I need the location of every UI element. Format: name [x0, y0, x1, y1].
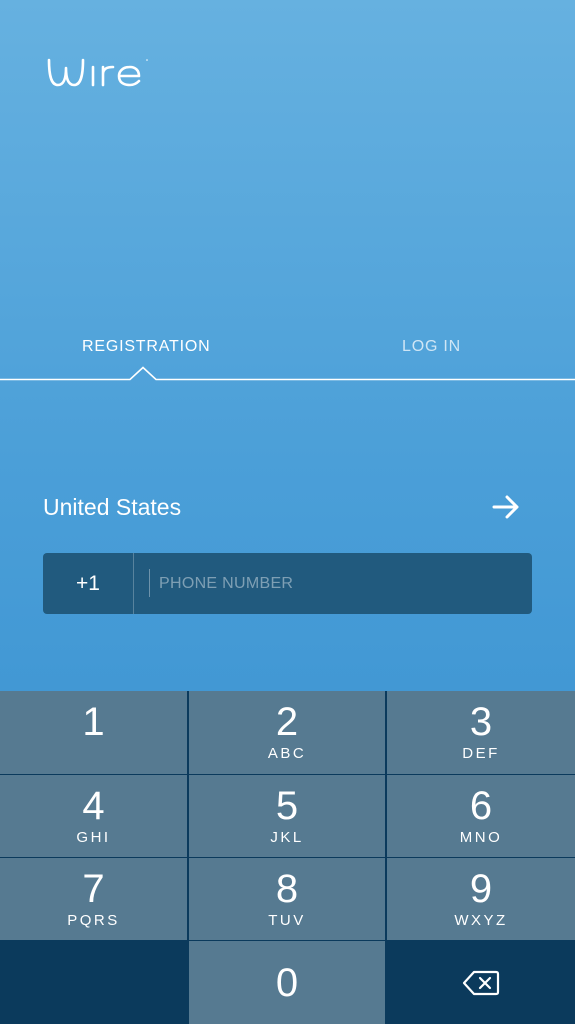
key-digit: 9	[469, 867, 493, 911]
key-letters: GHI	[76, 829, 111, 846]
key-7[interactable]: 7 PQRS	[0, 858, 187, 940]
key-digit: 8	[275, 867, 299, 911]
phone-number-input[interactable]	[159, 553, 519, 614]
key-letters: ABC	[267, 745, 307, 762]
key-letters: WXYZ	[454, 912, 508, 929]
key-letters: MNO	[459, 829, 503, 846]
tab-registration[interactable]: REGISTRATION	[82, 338, 210, 356]
key-digit: 7	[82, 867, 105, 911]
numeric-keypad: 1 2 ABC 3 DEF 4 GHI 5 JKL 6 MNO 7 PQRS 8…	[0, 691, 575, 1024]
backspace-icon	[462, 970, 500, 996]
key-digit: 5	[275, 784, 299, 828]
key-digit: 0	[275, 961, 299, 1005]
country-name: United States	[43, 494, 182, 520]
key-letters: JKL	[270, 829, 304, 846]
key-5[interactable]: 5 JKL	[189, 775, 385, 857]
key-1[interactable]: 1	[0, 691, 187, 774]
wire-logo	[46, 48, 156, 92]
country-code-button[interactable]: +1	[43, 553, 133, 614]
delete-key[interactable]	[387, 941, 575, 1024]
text-cursor	[149, 569, 150, 597]
key-3[interactable]: 3 DEF	[387, 691, 575, 774]
auth-tabs: REGISTRATION LOG IN	[0, 320, 575, 382]
key-digit: 6	[469, 784, 493, 828]
key-6[interactable]: 6 MNO	[387, 775, 575, 857]
key-digit: 3	[469, 700, 493, 744]
key-4[interactable]: 4 GHI	[0, 775, 187, 857]
key-digit: 2	[275, 700, 299, 744]
key-letters: PQRS	[67, 912, 120, 929]
key-digit: 4	[82, 784, 105, 828]
key-8[interactable]: 8 TUV	[189, 858, 385, 940]
key-0[interactable]: 0	[189, 941, 385, 1024]
key-blank	[0, 941, 187, 1024]
key-9[interactable]: 9 WXYZ	[387, 858, 575, 940]
arrow-right-icon[interactable]	[491, 492, 521, 522]
key-letters: TUV	[268, 912, 306, 929]
phone-input-group: +1	[43, 553, 532, 614]
key-digit: 1	[82, 700, 105, 744]
tab-log-in[interactable]: LOG IN	[402, 338, 461, 356]
key-2[interactable]: 2 ABC	[189, 691, 385, 774]
country-selector[interactable]: United States	[43, 490, 533, 526]
divider	[133, 553, 134, 614]
key-letters: DEF	[462, 745, 500, 762]
